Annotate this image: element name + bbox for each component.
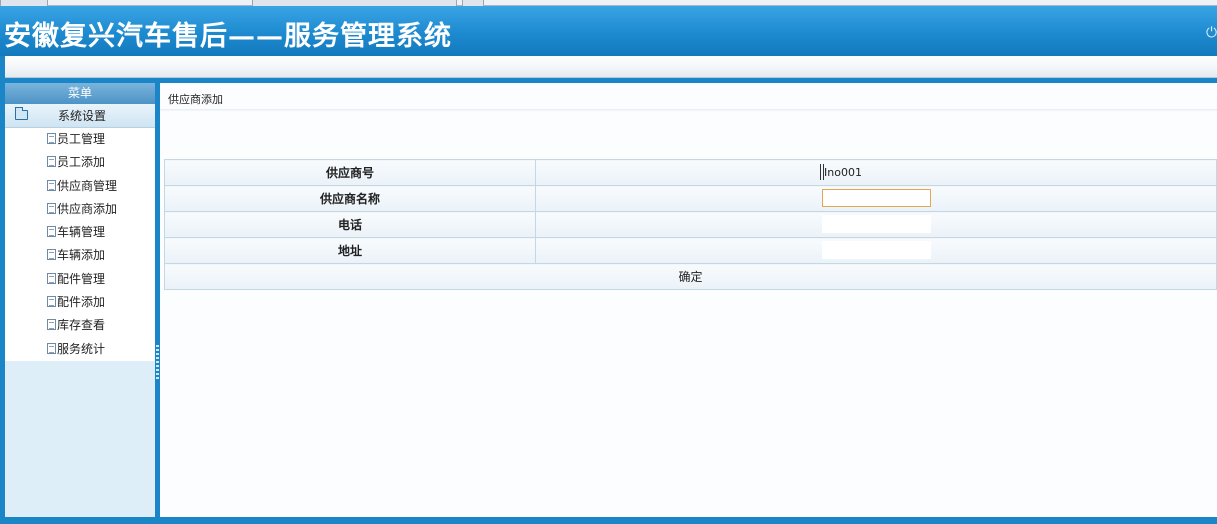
breadcrumb: 供应商添加: [168, 93, 223, 106]
folder-icon: [15, 107, 28, 120]
sidebar-item-label: 服务统计: [57, 341, 106, 356]
sidebar-item-label: 员工添加: [57, 155, 106, 170]
confirm-button[interactable]: 确定: [678, 268, 702, 285]
field-label: 电话: [164, 211, 536, 238]
sidebar-item-label: 供应商管理: [57, 178, 118, 193]
app-title: 安徽复兴汽车售后——服务管理系统: [4, 21, 452, 52]
breadcrumb-divider: [160, 109, 1217, 112]
sidebar-item-label: 库存查看: [57, 318, 106, 333]
field-value-cell: Ino001: [535, 159, 1217, 186]
sidebar-menu: 菜单 系统设置 员工管理 员工添加 供应商管理 供应商添加 车辆管理 车辆添加 …: [5, 83, 155, 361]
document-icon: [47, 249, 56, 261]
sidebar-item-label: 配件添加: [57, 295, 106, 310]
sidebar-item-label: 配件管理: [57, 271, 106, 286]
field-value-cell: [535, 185, 1217, 212]
field-value-cell: [535, 211, 1217, 238]
document-icon: [47, 179, 56, 191]
sidebar: 菜单 系统设置 员工管理 员工添加 供应商管理 供应商添加 车辆管理 车辆添加 …: [5, 83, 155, 517]
footer-strip: [0, 517, 1217, 524]
sidebar-item-supplier-add[interactable]: 供应商添加: [5, 198, 155, 221]
form-row-address: 地址: [164, 237, 1217, 264]
document-icon: [47, 342, 56, 354]
supplier-name-input[interactable]: [822, 189, 931, 207]
app-header: 安徽复兴汽车售后——服务管理系统 ⏻: [0, 6, 1217, 56]
field-label: 供应商号: [164, 159, 536, 186]
sidebar-item-label: 车辆管理: [57, 225, 106, 240]
document-icon: [47, 202, 56, 214]
sidebar-item-parts-add[interactable]: 配件添加: [5, 291, 155, 314]
submit-cell: 确定: [164, 263, 1217, 290]
menu-title: 菜单: [5, 83, 155, 104]
document-icon: [47, 272, 56, 284]
form-row-supplier-id: 供应商号 Ino001: [164, 159, 1217, 186]
toolbar: [5, 56, 1217, 78]
document-icon: [47, 319, 56, 331]
power-icon[interactable]: ⏻: [1206, 26, 1217, 40]
document-icon: [47, 296, 56, 308]
form-row-phone: 电话: [164, 211, 1217, 238]
field-label: 供应商名称: [164, 185, 536, 212]
phone-input[interactable]: [822, 215, 931, 233]
address-input[interactable]: [822, 241, 931, 259]
sidebar-item-employee-add[interactable]: 员工添加: [5, 151, 155, 174]
sidebar-item-vehicle-management[interactable]: 车辆管理: [5, 221, 155, 244]
sidebar-item-employee-management[interactable]: 员工管理: [5, 128, 155, 151]
document-icon: [47, 133, 56, 144]
sidebar-item-vehicle-add[interactable]: 车辆添加: [5, 244, 155, 267]
sidebar-item-label: 车辆添加: [57, 248, 106, 263]
field-label: 地址: [164, 237, 536, 264]
sidebar-item-label: 员工管理: [57, 132, 106, 146]
supplier-id-value: Ino001: [824, 166, 862, 179]
splitter-handle[interactable]: [156, 345, 159, 380]
document-icon: [47, 226, 56, 238]
field-value-cell: [535, 237, 1217, 264]
sidebar-item-service-statistics[interactable]: 服务统计: [5, 338, 155, 361]
sidebar-item-supplier-management[interactable]: 供应商管理: [5, 175, 155, 198]
sidebar-item-inventory-view[interactable]: 库存查看: [5, 314, 155, 337]
form-row-submit: 确定: [164, 263, 1217, 290]
menu-group-system-settings[interactable]: 系统设置: [5, 104, 155, 128]
main-panel: 供应商添加 供应商号 Ino001 供应商名称 电话 地址 确定: [160, 83, 1217, 517]
supplier-form: 供应商号 Ino001 供应商名称 电话 地址 确定: [164, 159, 1217, 290]
menu-group-label: 系统设置: [58, 109, 107, 123]
sidebar-item-label: 供应商添加: [57, 201, 118, 216]
sidebar-item-parts-management[interactable]: 配件管理: [5, 268, 155, 291]
form-row-supplier-name: 供应商名称: [164, 185, 1217, 212]
document-icon: [47, 156, 56, 168]
